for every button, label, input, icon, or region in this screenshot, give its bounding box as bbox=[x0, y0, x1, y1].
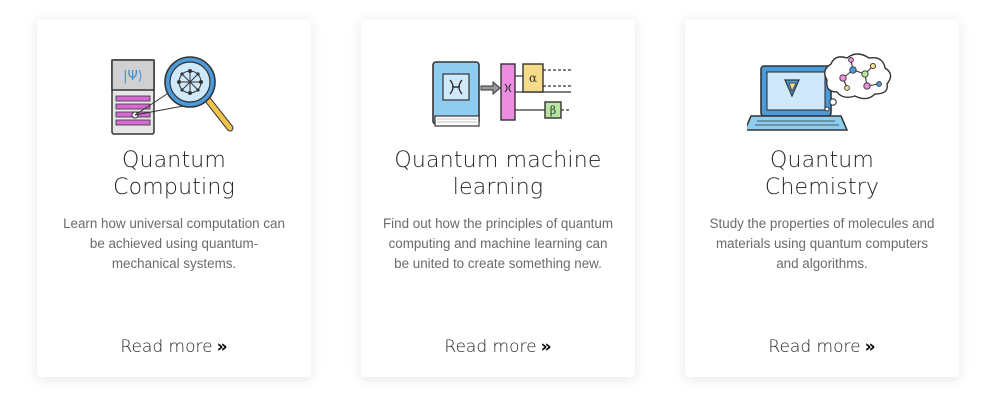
quantum-machine-learning-book-icon: α β bbox=[432, 61, 571, 127]
card-description: Learn how universal computation can be a… bbox=[63, 216, 285, 271]
card-quantum-machine-learning: α β Quantum machine learning Find out ho… bbox=[361, 20, 635, 377]
illustration: |Ψ⟩ bbox=[37, 52, 311, 136]
read-more-link[interactable]: Read more» bbox=[685, 336, 959, 358]
read-more-label: Read more bbox=[768, 337, 861, 357]
card-description: Find out how the principles of quantum c… bbox=[383, 216, 614, 271]
card-title-line: Quantum bbox=[121, 148, 227, 173]
illustration: α β bbox=[361, 52, 635, 136]
card-quantum-chemistry: Quantum Chemistry Study the properties o… bbox=[685, 20, 959, 377]
beta-gate-label: β bbox=[550, 104, 556, 117]
card-title: Quantum Computing bbox=[47, 147, 301, 201]
double-chevron-right-icon: » bbox=[864, 337, 876, 357]
card-quantum-computing: |Ψ⟩ Quantum Computing Learn how universa… bbox=[37, 20, 311, 377]
read-more-link[interactable]: Read more» bbox=[361, 336, 635, 358]
card-title-line: learning bbox=[452, 175, 544, 200]
card-title-line: Chemistry bbox=[764, 175, 880, 200]
quantum-computer-magnifier-icon: |Ψ⟩ bbox=[111, 56, 234, 135]
card-title-line: Quantum bbox=[769, 148, 875, 173]
card-description: Study the properties of molecules and ma… bbox=[709, 216, 935, 271]
read-more-link[interactable]: Read more» bbox=[37, 336, 311, 358]
read-more-label: Read more bbox=[444, 337, 537, 357]
double-chevron-right-icon: » bbox=[540, 337, 552, 357]
card-title: Quantum Chemistry bbox=[695, 147, 949, 201]
card-grid: |Ψ⟩ Quantum Computing Learn how universa… bbox=[0, 0, 995, 407]
card-title: Quantum machine learning bbox=[371, 147, 625, 201]
psi-ket-label: |Ψ⟩ bbox=[123, 69, 143, 84]
laptop-molecule-icon bbox=[747, 53, 892, 131]
alpha-gate-label: α bbox=[529, 71, 537, 85]
card-title-line: Computing bbox=[113, 175, 235, 200]
double-chevron-right-icon: » bbox=[216, 337, 228, 357]
read-more-label: Read more bbox=[120, 337, 213, 357]
card-title-line: Quantum machine bbox=[394, 148, 602, 173]
illustration bbox=[685, 52, 959, 136]
